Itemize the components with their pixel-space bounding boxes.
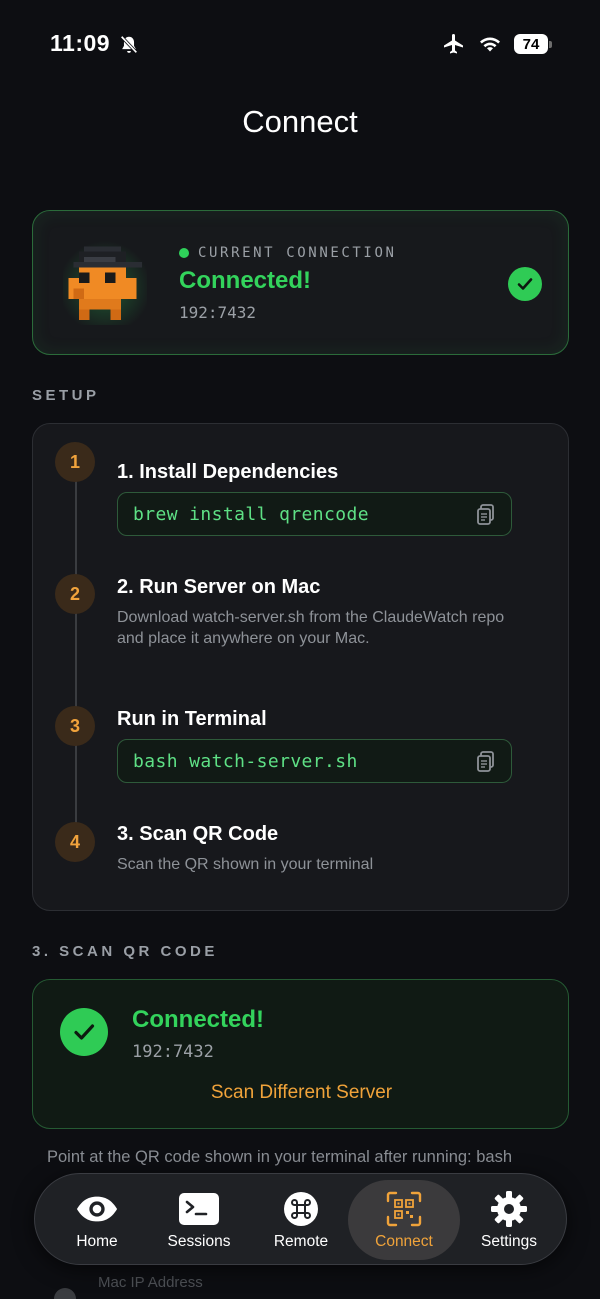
- steps-timeline: [75, 464, 77, 834]
- setup-section-label: SETUP: [32, 387, 100, 404]
- command-text-1: brew install qrencode: [133, 504, 369, 525]
- terminal-icon: [177, 1189, 221, 1229]
- step-description-4: Scan the QR shown in your terminal: [117, 856, 374, 873]
- eye-icon: [75, 1189, 119, 1229]
- step-number-4: 4: [55, 822, 95, 862]
- tab-settings[interactable]: Settings: [461, 1180, 557, 1260]
- tab-label-connect: Connect: [375, 1233, 433, 1250]
- mascot-logo-icon: [63, 241, 147, 325]
- battery-level: 74: [514, 34, 548, 54]
- scan-result-card: Connected! 192:7432 Scan Different Serve…: [32, 979, 569, 1129]
- step-number-1: 1: [55, 442, 95, 482]
- status-dot-icon: [179, 248, 189, 258]
- scan-address: 192:7432: [132, 1042, 214, 1062]
- checkmark-icon: [508, 267, 542, 301]
- step-number-2: 2: [55, 574, 95, 614]
- system-icons: 74: [442, 32, 552, 56]
- qr-scan-icon: [382, 1189, 426, 1229]
- gear-icon: [487, 1189, 531, 1229]
- connection-status: Connected!: [179, 267, 311, 294]
- tab-label-home: Home: [76, 1233, 118, 1250]
- battery-indicator: 74: [514, 34, 552, 54]
- step-title-3: Run in Terminal: [117, 708, 267, 730]
- bell-muted-icon: [120, 35, 138, 54]
- checkmark-icon: [60, 1008, 108, 1056]
- faded-icon: [54, 1288, 76, 1299]
- tab-home[interactable]: Home: [49, 1180, 145, 1260]
- tab-sessions[interactable]: Sessions: [151, 1180, 247, 1260]
- command-box-1: brew install qrencode: [117, 492, 512, 536]
- tab-connect[interactable]: Connect: [348, 1180, 460, 1260]
- setup-card: 1 1. Install Dependencies brew install q…: [32, 423, 569, 911]
- scan-different-server-button[interactable]: Scan Different Server: [33, 1082, 570, 1104]
- step-number-3: 3: [55, 706, 95, 746]
- step-title-1: 1. Install Dependencies: [117, 461, 339, 483]
- step-title-4: 3. Scan QR Code: [117, 823, 279, 845]
- step-description-2: Download watch-server.sh from the Claude…: [117, 609, 505, 647]
- connection-label: CURRENT CONNECTION: [198, 245, 397, 261]
- scan-section-label: 3. SCAN QR CODE: [32, 943, 218, 960]
- page-title: Connect: [242, 104, 358, 139]
- command-box-3: bash watch-server.sh: [117, 739, 512, 783]
- scan-status: Connected!: [132, 1006, 264, 1033]
- command-text-3: bash watch-server.sh: [133, 751, 358, 772]
- command-icon: [279, 1189, 323, 1229]
- scan-hint-text: Point at the QR code shown in your termi…: [47, 1148, 513, 1166]
- current-connection-card: CURRENT CONNECTION Connected! 192:7432: [32, 210, 569, 355]
- status-bar: 11:09 74: [0, 0, 600, 90]
- airplane-icon: [444, 34, 463, 54]
- tab-remote[interactable]: Remote: [253, 1180, 349, 1260]
- tab-label-sessions: Sessions: [167, 1233, 231, 1250]
- tab-bar: Home Sessions Remote Connect Settings: [34, 1173, 567, 1265]
- copy-icon[interactable]: [475, 750, 497, 774]
- connection-address: 192:7432: [179, 303, 257, 322]
- copy-icon[interactable]: [475, 503, 497, 527]
- tab-label-remote: Remote: [273, 1233, 329, 1250]
- mac-ip-label: Mac IP Address: [98, 1274, 203, 1291]
- step-title-2: 2. Run Server on Mac: [117, 576, 321, 598]
- tab-label-settings: Settings: [480, 1233, 537, 1250]
- connection-label-row: CURRENT CONNECTION: [179, 245, 397, 261]
- wifi-icon: [480, 37, 500, 52]
- status-time: 11:09: [50, 30, 111, 56]
